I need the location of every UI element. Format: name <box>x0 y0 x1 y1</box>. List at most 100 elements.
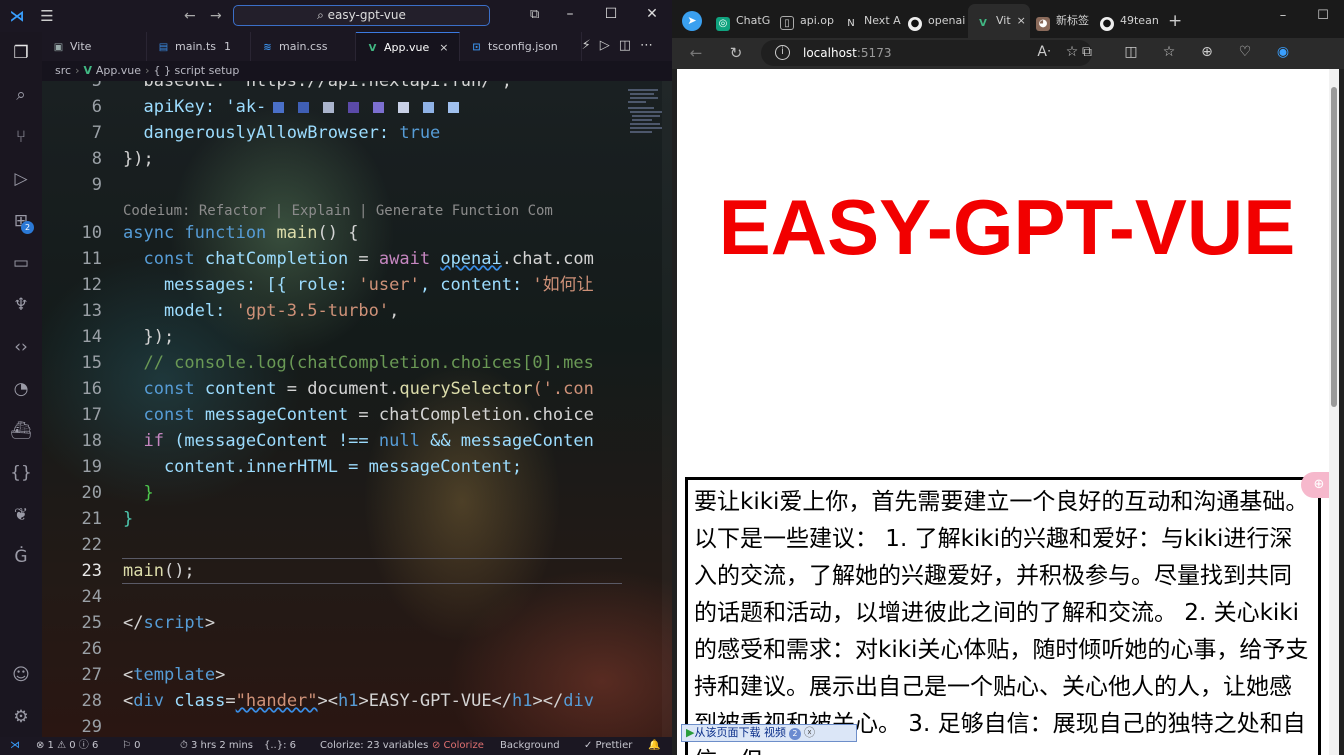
colorize-variables-status[interactable]: Colorize: 23 variables <box>320 737 428 755</box>
command-center-search[interactable]: ⌕ easy-gpt-vue <box>233 5 490 26</box>
code-editor[interactable]: 5 baseURL: 'https://api.nextapi.fun/', 6… <box>42 81 672 737</box>
edge-icon[interactable]: ◉ <box>1272 44 1294 60</box>
browser-tab-api-openai[interactable]: ▯ api.op <box>780 10 838 32</box>
code-text: async function main() { <box>123 220 358 246</box>
explorer-icon[interactable]: ❐ <box>8 40 34 66</box>
read-aloud-icon[interactable]: Aᐧ <box>1033 44 1055 60</box>
settings-gear-icon[interactable]: ⚙ <box>8 704 34 730</box>
prettier-status[interactable]: ✓ Prettier <box>584 737 632 755</box>
tab-app-vue[interactable]: V App.vue × <box>356 32 460 61</box>
layout-icon[interactable]: ⧉ <box>530 7 539 22</box>
address-bar[interactable]: i localhost:5173 Aᐧ ☆ <box>761 40 1092 66</box>
timeline-icon[interactable]: ◔ <box>8 376 34 402</box>
line-number: 28 <box>81 691 102 711</box>
wakatime-indicator[interactable]: ⏱ 3 hrs 2 mins <box>180 737 253 755</box>
gitlens-icon[interactable]: Ġ <box>8 544 34 570</box>
lightning-icon[interactable]: ⚡ <box>582 38 600 53</box>
favorites-icon[interactable]: ☆ <box>1158 44 1180 60</box>
colorize-toggle[interactable]: ⊘ Colorize <box>432 737 484 755</box>
code-text: model: 'gpt-3.5-turbo', <box>123 298 399 324</box>
site-info-icon[interactable]: i <box>775 45 790 60</box>
close-icon[interactable]: ⓧ <box>804 726 815 739</box>
tab-close-icon[interactable]: × <box>1017 14 1026 27</box>
code-text: <template> <box>123 662 225 688</box>
breadcrumb-symbol[interactable]: { } script setup <box>153 64 239 77</box>
minimap-line <box>628 107 654 109</box>
minimap[interactable] <box>626 81 666 737</box>
minimap-line <box>630 93 654 95</box>
docker-icon[interactable]: ⛴ <box>8 418 34 444</box>
video-download-bar[interactable]: ▶从该页面下载 视频 2 ⓧ <box>681 724 857 742</box>
mongodb-leaf-icon[interactable]: ❦ <box>8 502 34 528</box>
close-window-icon[interactable]: ✕ <box>638 6 666 22</box>
minimize-icon[interactable]: – <box>556 6 584 22</box>
browser-window: ➤ ◎ ChatG ▯ api.op N Next A ● openai V Vit × ◕… <box>672 0 1344 755</box>
css-file-icon: ≋ <box>263 42 272 53</box>
back-arrow-icon[interactable]: ← <box>184 7 196 25</box>
browser-essentials-icon[interactable]: ♡ <box>1234 44 1256 60</box>
tab-main-css[interactable]: ≋ main.css <box>251 32 356 61</box>
breadcrumb-folder[interactable]: src <box>55 64 71 77</box>
new-tab-button[interactable]: + <box>1168 10 1186 32</box>
browser-tab-label: Vit <box>996 14 1011 27</box>
braces-indicator[interactable]: {..}: 6 <box>264 737 296 755</box>
openai-icon: ◎ <box>716 17 730 31</box>
remote-explorer-icon[interactable]: ▭ <box>8 250 34 276</box>
browser-tab-49team[interactable]: ● 49tean <box>1100 10 1162 32</box>
split-screen-icon[interactable]: ◫ <box>1120 44 1142 60</box>
maximize-icon[interactable]: ☐ <box>1308 8 1338 23</box>
browser-tab-label: ChatG <box>736 14 771 27</box>
background-toggle[interactable]: Background <box>500 737 560 755</box>
source-control-icon[interactable]: ⑂ <box>8 124 34 150</box>
collections-icon[interactable]: ⊕ <box>1196 44 1218 60</box>
search-icon[interactable]: ⌕ <box>8 82 34 108</box>
editor-tabs: ▣ Vite ▤ main.ts 1 ≋ main.css V App.vue × ⊡ tsc… <box>42 32 672 61</box>
json-icon[interactable]: {} <box>8 460 34 486</box>
remote-indicator-icon[interactable]: ⋊ <box>10 737 20 755</box>
page-scrollbar[interactable] <box>1329 69 1339 755</box>
split-editor-icon[interactable]: ◫ <box>619 38 640 53</box>
tab-tsconfig[interactable]: ⊡ tsconfig.json <box>460 32 582 61</box>
run-debug-icon[interactable]: ▷ <box>8 166 34 192</box>
breadcrumb-file[interactable]: App.vue <box>96 64 141 77</box>
json-file-icon: ⊡ <box>472 42 481 53</box>
more-actions-icon[interactable]: ⋯ <box>640 38 662 53</box>
run-icon[interactable]: ▷ <box>600 38 619 53</box>
gitlab-icon[interactable]: ♆ <box>8 292 34 318</box>
account-icon[interactable]: ☺ <box>8 662 34 688</box>
redacted-key-block <box>373 102 385 113</box>
code-token: , <box>389 301 400 321</box>
extensions-puzzle-icon[interactable]: ⧉ <box>1076 44 1098 60</box>
hamburger-menu-icon[interactable]: ☰ <box>38 7 56 25</box>
download-count-badge: 2 <box>788 728 801 740</box>
scrollbar-thumb[interactable] <box>1331 87 1337 407</box>
editor-scrollbar[interactable] <box>662 81 672 737</box>
browser-tab-openai-github[interactable]: ● openai <box>908 10 968 32</box>
refresh-icon[interactable]: ↻ <box>724 44 748 62</box>
problems-indicator[interactable]: ⊗ 1 ⚠ 0 ⓘ 6 <box>36 737 98 755</box>
code-line: 22 <box>42 532 672 558</box>
maximize-icon[interactable]: ☐ <box>597 6 625 22</box>
page-heading: EASY-GPT-VUE <box>718 183 1296 271</box>
compass-icon[interactable]: ➤ <box>682 11 702 31</box>
code-line: 19 content.innerHTML = messageContent; <box>42 454 672 480</box>
tab-vite[interactable]: ▣ Vite <box>42 32 147 61</box>
tab-main-ts[interactable]: ▤ main.ts 1 <box>147 32 251 61</box>
browser-tab-chatgpt[interactable]: ◎ ChatG <box>716 10 774 32</box>
browser-tab-next-api[interactable]: N Next A <box>844 10 904 32</box>
browser-tab-new-tab[interactable]: ◕ 新标签 <box>1036 10 1094 32</box>
minimize-icon[interactable]: – <box>1268 8 1298 23</box>
forward-arrow-icon[interactable]: → <box>210 7 222 25</box>
browser-tab-vite-active[interactable]: V Vit × <box>968 4 1030 38</box>
back-arrow-icon[interactable]: ← <box>684 44 708 62</box>
line-number: 29 <box>81 717 102 737</box>
code-text: } <box>123 483 154 503</box>
codeium-icon[interactable]: ‹› <box>8 334 34 360</box>
next-icon: N <box>847 18 855 29</box>
editor-actions: ⚡▷◫⋯ <box>582 38 662 53</box>
tab-close-icon[interactable]: × <box>439 41 448 54</box>
address-url: localhost:5173 <box>803 40 891 66</box>
code-line: 29 <box>42 714 672 737</box>
notifications-bell-icon[interactable]: 🔔 <box>648 737 660 755</box>
ports-indicator[interactable]: ⚐ 0 <box>122 737 141 755</box>
